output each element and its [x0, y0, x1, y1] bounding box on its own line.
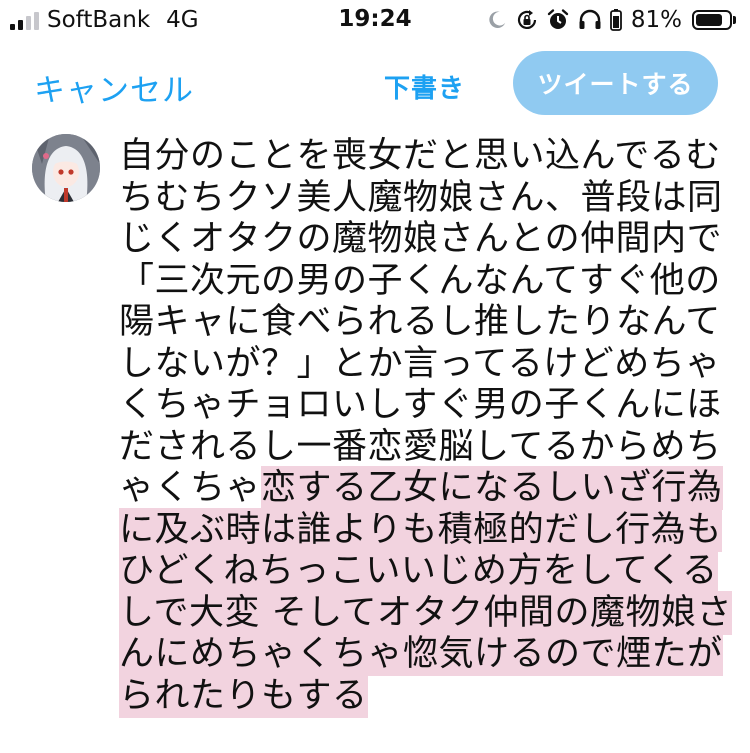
compose-header: キャンセル 下書き ツイートする	[0, 48, 750, 120]
avatar[interactable]	[32, 134, 100, 202]
tweet-text-segment: じくオタクの魔物娘さんとの仲間内で	[119, 219, 723, 259]
selected-text-segment: ひどくねちっこいいじめ方をしてくる	[119, 549, 718, 593]
tweet-text-segment: 自分のことを喪女だと思い込んでるむ	[119, 136, 721, 176]
tweet-text-line: ひどくねちっこいいじめ方をしてくる	[119, 549, 719, 593]
moon-icon	[486, 9, 508, 31]
tweet-text-line: 陽キャに食べられるし推したりなんて	[119, 302, 721, 344]
tweet-text-line: ゃくちゃ恋する乙女になるしいざ行為	[119, 466, 723, 510]
battery-percentage: 81%	[630, 7, 682, 33]
tweet-text-line: に及ぶ時は誰よりも積極的だし行為も	[119, 507, 722, 552]
rotation-lock-icon	[515, 8, 539, 32]
tweet-text-segment: くちゃチョロいしすぐ男の子くんにほ	[119, 385, 722, 425]
selected-text-segment: 恋する乙女になるしいざ行為	[261, 466, 723, 510]
tweet-text-line: 「三次元の男の子くんなんてすぐ他の	[119, 260, 721, 303]
selected-text-segment: に及ぶ時は誰よりも積極的だし行為も	[119, 507, 722, 552]
selected-text-segment: しで大変 そしてオタク仲間の魔物娘さ	[119, 590, 733, 635]
tweet-text-segment: ゃくちゃ	[119, 468, 262, 508]
tweet-text-segment: 陽キャに食べられるし推したりなんて	[119, 302, 721, 342]
selected-text-segment: んにめちゃくちゃ惚気けるので煙たが	[119, 632, 723, 676]
selected-text-segment: られたりもする	[119, 673, 368, 718]
tweet-text-segment: ちむちクソ美人魔物娘さん、普段は同	[119, 177, 723, 218]
tweet-text-line: じくオタクの魔物娘さんとの仲間内で	[119, 219, 723, 261]
tweet-text-segment: しないが？」とか言ってるけどめちゃ	[119, 343, 721, 384]
drafts-button[interactable]: 下書き	[384, 68, 465, 105]
tweet-text-line: んにめちゃくちゃ惚気けるので煙たが	[119, 632, 723, 676]
status-bar: SoftBank 4G 19:24 81%	[0, 0, 750, 40]
tweet-text-segment: だされるし一番恋愛脳してるからめち	[119, 426, 722, 467]
battery-icon	[692, 10, 736, 30]
status-right: 81%	[486, 6, 736, 34]
battery-level-icon	[609, 8, 622, 32]
tweet-text-line: ちむちクソ美人魔物娘さん、普段は同	[119, 178, 722, 220]
tweet-text-line: 自分のことを喪女だと思い込んでるむ	[119, 136, 721, 178]
alarm-icon	[546, 8, 570, 32]
tweet-text-segment: 「三次元の男の子くんなんてすぐ他の	[119, 260, 721, 301]
tweet-text-line: しで大変 そしてオタク仲間の魔物娘さ	[119, 590, 733, 635]
tweet-text-line: られたりもする	[119, 673, 719, 718]
tweet-text-line: だされるし一番恋愛脳してるからめち	[119, 426, 722, 469]
tweet-text-line: しないが？」とか言ってるけどめちゃ	[119, 343, 721, 386]
tweet-text-area[interactable]: 自分のことを喪女だと思い込んでるむ ちむちクソ美人魔物娘さん、普段は同 じくオタクの…	[119, 136, 733, 718]
headphones-icon	[577, 8, 603, 32]
cancel-button[interactable]: キャンセル	[34, 65, 194, 110]
tweet-text-line: くちゃチョロいしすぐ男の子くんにほ	[119, 385, 722, 427]
tweet-button[interactable]: ツイートする	[513, 51, 718, 115]
